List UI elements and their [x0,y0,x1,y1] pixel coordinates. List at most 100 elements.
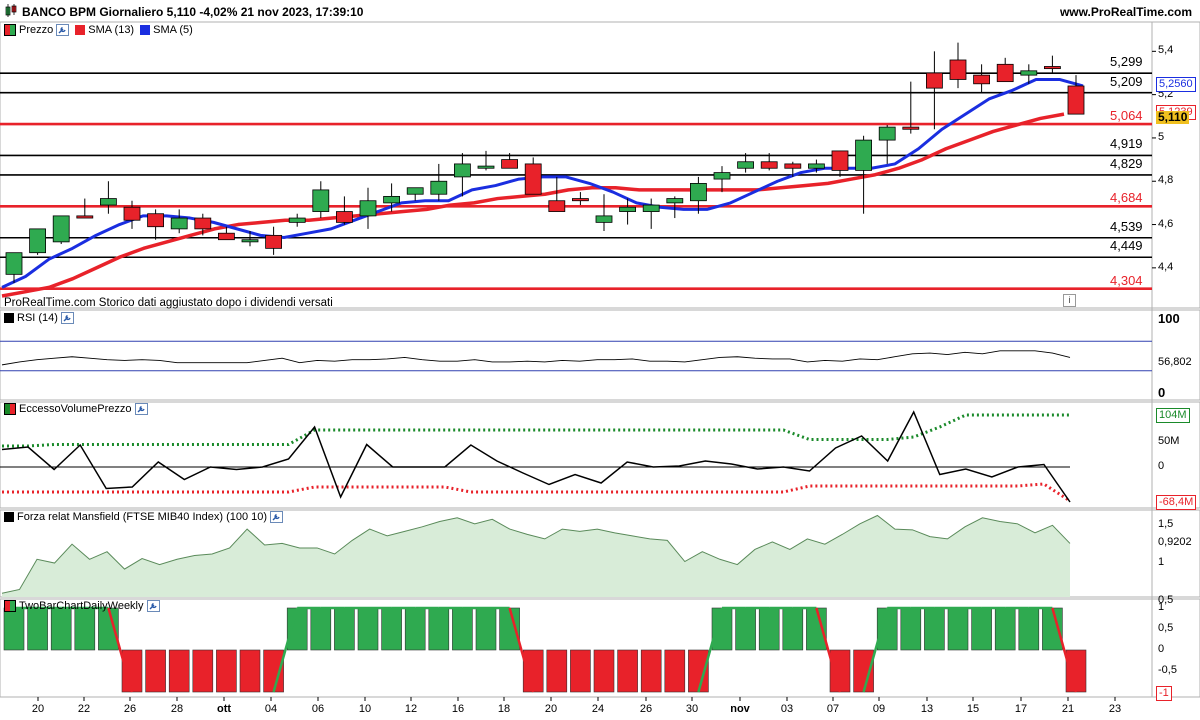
x-tick-label: 09 [872,703,886,715]
chart-canvas [0,21,1200,701]
wrench-icon[interactable] [134,403,148,415]
rsi-legend-label: RSI (14) [17,312,58,324]
candle-body [312,189,330,212]
wrench-icon[interactable] [60,312,74,324]
candle-body [713,172,731,180]
candle-body [878,126,896,141]
twobar-bar [735,607,756,651]
candle-body [430,180,448,195]
mansfield-area [2,515,1070,597]
candle-body [123,206,141,221]
wrench-icon[interactable] [270,511,284,523]
evp-lower-tag: -68,4M [1156,495,1197,510]
candle-body [194,217,212,230]
candle-body [147,213,165,228]
price-legend-label: Prezzo [19,24,54,36]
evp-line [1,410,1071,503]
price-ytick-label: 5,4 [1158,44,1174,57]
info-icon[interactable]: i [1063,294,1076,307]
twobar-ytick-label: 0 [1158,643,1165,655]
candle-body [1020,70,1038,76]
x-tick-label: 21 [1061,703,1075,715]
twobar-bar [168,649,190,693]
evp-ytick-label: 50M [1158,435,1180,447]
x-tick-label: 13 [920,703,934,715]
sma5-swatch-icon [140,25,151,35]
mansfield-swatch-icon [4,512,14,522]
candle-body [359,200,377,217]
twobar-bar [27,607,48,651]
candle-body [241,239,259,243]
twobar-bar [381,607,402,651]
candle-body [100,198,117,206]
support-level-label: 4,829 [1110,155,1143,171]
evp-lower-band [2,482,1071,503]
support-level-label: 4,449 [1110,238,1143,254]
twobar-bar [192,649,214,693]
candle-body [973,74,990,85]
twobar-bar [357,607,379,651]
candle-body [288,217,306,223]
candle-body [29,228,47,254]
rsi-value-tag: 56,802 [1158,356,1192,369]
candle-body [926,72,943,89]
rsi-line [1,350,1071,366]
wrench-icon[interactable] [146,600,160,612]
candle-body [737,161,754,169]
x-tick-label: 03 [780,703,794,715]
x-tick-label: nov [730,703,750,715]
mansfield-ytick-label: 1 [1158,556,1165,569]
twobar-bar [924,607,945,651]
candle-body [808,163,825,169]
candle-body [406,187,424,195]
twobar-bar [664,649,686,693]
x-tick-label: 16 [451,703,465,715]
candle-body [642,204,660,212]
resistance-level-label: 4,684 [1110,190,1143,206]
candle-body [217,232,235,241]
candle-body [265,234,283,249]
candle-body [784,163,802,169]
x-tick-label: 18 [497,703,511,715]
twobar-bar [452,607,473,651]
x-tick-label: 26 [123,703,137,715]
candle-body [902,126,920,130]
mansfield-legend-label: Forza relat Mansfield (FTSE MIB40 Index)… [17,511,268,523]
x-tick-label: 20 [31,703,45,715]
candle-body [831,150,849,171]
price-legend: Prezzo SMA (13) SMA (5) [4,24,193,36]
twobar-bar [334,607,355,651]
panel-frame [0,309,1200,401]
sma13-swatch-icon [75,25,86,35]
x-tick-label: ott [216,703,232,715]
x-tick-label: 06 [311,703,325,715]
twobar-bar [74,607,96,651]
candle-body [170,217,188,230]
panel-frame [0,401,1200,509]
twobar-bar [900,607,922,651]
last-price-tag: 5,110 [1156,110,1190,125]
twobar-bar [570,649,591,693]
candle-body [595,215,613,223]
candle-body [1044,66,1061,70]
x-tick-label: 30 [685,703,699,715]
twobar-bar [50,607,72,651]
evp-legend: EccessoVolumePrezzo [4,403,154,415]
twobar-bar [758,607,780,651]
candle-body [5,252,23,275]
mansfield-value-tag: 0,9202 [1158,536,1192,549]
x-tick-label: 22 [77,703,91,715]
twobar-bar [617,649,638,693]
candle-body [619,206,636,212]
twobar-ytick-label: -0,5 [1158,664,1177,676]
mansfield-legend: Forza relat Mansfield (FTSE MIB40 Index)… [4,511,289,523]
rsi-legend: RSI (14) [4,312,80,324]
twobar-ytick-label: 0,5 [1158,622,1174,634]
wrench-icon[interactable] [56,24,70,36]
mansfield-ytick-label: 1,5 [1158,518,1174,531]
evp-upper-tag: 104M [1156,408,1190,423]
twobar-legend: TwoBarChartDailyWeekly [4,600,166,612]
support-level-label: 5,299 [1110,54,1143,70]
twobar-value-tag: -1 [1156,686,1172,701]
twobar-bar [3,607,25,651]
